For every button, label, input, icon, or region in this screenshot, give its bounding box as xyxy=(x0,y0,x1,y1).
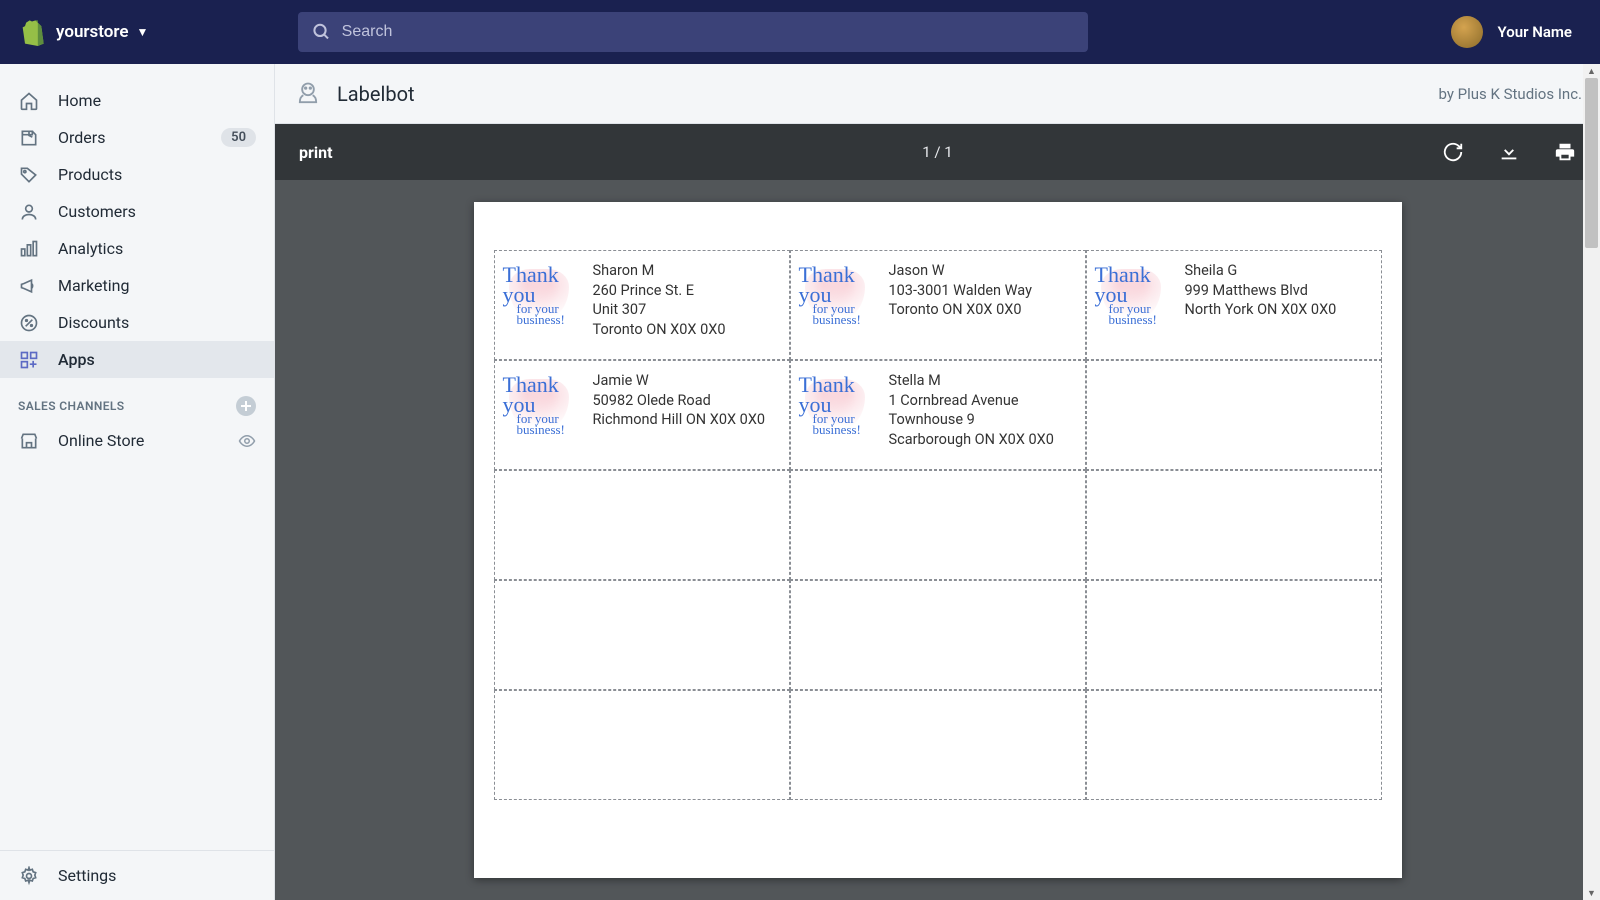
orders-icon xyxy=(18,127,40,149)
label-cell xyxy=(790,580,1086,690)
search-input-wrap[interactable] xyxy=(298,12,1088,52)
address-text: Jamie W50982 Olede RoadRichmond Hill ON … xyxy=(593,371,766,430)
add-channel-button[interactable] xyxy=(236,396,256,416)
thank-you-graphic: Thank youfor your business! xyxy=(799,261,889,326)
thank-you-graphic: Thank youfor your business! xyxy=(503,261,593,326)
channel-online-store[interactable]: Online Store xyxy=(0,422,274,459)
app-title: Labelbot xyxy=(337,82,415,106)
eye-icon[interactable] xyxy=(238,432,256,450)
print-button[interactable] xyxy=(1554,141,1576,163)
thank-you-graphic: Thank youfor your business! xyxy=(503,371,593,436)
sales-channels-heading: SALES CHANNELS xyxy=(0,396,274,416)
tag-icon xyxy=(18,164,40,186)
sidebar-item-label: Discounts xyxy=(58,313,129,332)
address-text: Stella M1 Cornbread AvenueTownhouse 9Sca… xyxy=(889,371,1054,449)
sidebar-settings[interactable]: Settings xyxy=(0,850,274,900)
download-button[interactable] xyxy=(1498,141,1520,163)
search-icon xyxy=(312,22,331,42)
label-cell: Thank youfor your business!Jamie W50982 … xyxy=(494,360,790,470)
sidebar-item-analytics[interactable]: Analytics xyxy=(0,230,274,267)
label-cell xyxy=(1086,690,1382,800)
scroll-thumb[interactable] xyxy=(1585,78,1598,248)
sidebar-item-label: Orders xyxy=(58,128,105,147)
rotate-button[interactable] xyxy=(1442,141,1464,163)
megaphone-icon xyxy=(18,275,40,297)
discount-icon xyxy=(18,312,40,334)
label-cell xyxy=(494,580,790,690)
sidebar-item-apps[interactable]: Apps xyxy=(0,341,274,378)
store-icon xyxy=(18,430,40,452)
labelbot-logo-icon xyxy=(293,79,323,109)
label-cell xyxy=(1086,360,1382,470)
label-cell: Thank youfor your business!Sheila G999 M… xyxy=(1086,250,1382,360)
orders-badge: 50 xyxy=(221,128,256,147)
label-sheet: Thank youfor your business!Sharon M260 P… xyxy=(474,202,1402,878)
pdf-doc-title: print xyxy=(299,143,332,162)
sidebar-item-label: Products xyxy=(58,165,122,184)
label-cell xyxy=(1086,580,1382,690)
sidebar-item-label: Marketing xyxy=(58,276,129,295)
user-name[interactable]: Your Name xyxy=(1497,23,1572,41)
label-cell: Thank youfor your business!Jason W103-30… xyxy=(790,250,1086,360)
gear-icon xyxy=(18,865,40,887)
window-scrollbar[interactable]: ▲ ▼ xyxy=(1583,64,1600,900)
sidebar-item-label: Online Store xyxy=(58,431,144,450)
person-icon xyxy=(18,201,40,223)
label-cell xyxy=(790,690,1086,800)
shopify-logo-icon xyxy=(18,18,46,46)
pdf-toolbar: print 1 / 1 xyxy=(275,124,1600,180)
scroll-up-arrow-icon[interactable]: ▲ xyxy=(1583,64,1600,78)
sidebar-item-label: Home xyxy=(58,91,101,110)
address-text: Sharon M260 Prince St. EUnit 307Toronto … xyxy=(593,261,726,339)
sidebar-item-customers[interactable]: Customers xyxy=(0,193,274,230)
sidebar-item-products[interactable]: Products xyxy=(0,156,274,193)
address-text: Sheila G999 Matthews BlvdNorth York ON X… xyxy=(1185,261,1337,320)
sidebar-item-label: Customers xyxy=(58,202,136,221)
store-name[interactable]: yourstore xyxy=(56,22,129,42)
label-cell xyxy=(494,690,790,800)
apps-icon xyxy=(18,349,40,371)
label-cell: Thank youfor your business!Stella M1 Cor… xyxy=(790,360,1086,470)
pdf-page-count: 1 / 1 xyxy=(922,143,953,161)
search-input[interactable] xyxy=(342,23,1075,41)
sidebar: Home Orders 50 Products Customers Analytics Ma… xyxy=(0,64,275,900)
sidebar-item-marketing[interactable]: Marketing xyxy=(0,267,274,304)
label-cell xyxy=(494,470,790,580)
home-icon xyxy=(18,90,40,112)
sidebar-item-label: Apps xyxy=(58,350,95,369)
sidebar-item-orders[interactable]: Orders 50 xyxy=(0,119,274,156)
bars-icon xyxy=(18,238,40,260)
label-cell xyxy=(790,470,1086,580)
thank-you-graphic: Thank youfor your business! xyxy=(799,371,889,436)
store-caret-icon[interactable]: ▼ xyxy=(137,25,149,39)
address-text: Jason W103-3001 Walden WayToronto ON X0X… xyxy=(889,261,1032,320)
label-cell xyxy=(1086,470,1382,580)
avatar[interactable] xyxy=(1451,16,1483,48)
sidebar-item-discounts[interactable]: Discounts xyxy=(0,304,274,341)
label-cell: Thank youfor your business!Sharon M260 P… xyxy=(494,250,790,360)
sidebar-item-home[interactable]: Home xyxy=(0,82,274,119)
sidebar-item-label: Settings xyxy=(58,866,116,885)
app-author: by Plus K Studios Inc. xyxy=(1438,85,1582,103)
scroll-down-arrow-icon[interactable]: ▼ xyxy=(1583,886,1600,900)
sidebar-item-label: Analytics xyxy=(58,239,123,258)
thank-you-graphic: Thank youfor your business! xyxy=(1095,261,1185,326)
